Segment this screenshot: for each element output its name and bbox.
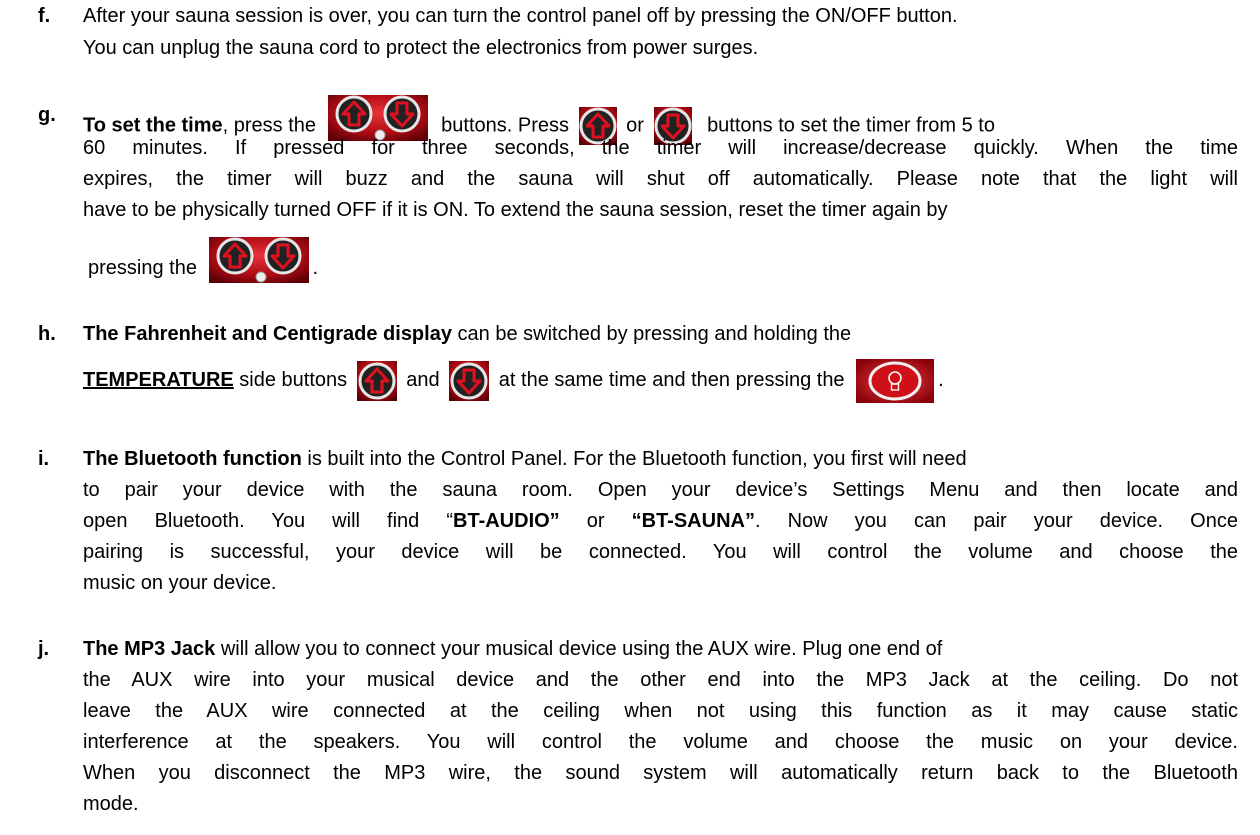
text-span: .	[938, 369, 944, 391]
text-line: You can unplug the sauna cord to protect…	[83, 37, 759, 59]
text-span: . Now you can pair your device. Once	[754, 510, 1238, 532]
text-line: open Bluetooth. You will find “BT-AUDIO”…	[83, 510, 1238, 533]
text-line: 60 minutes. If pressed for three seconds…	[83, 137, 1238, 159]
text-line: expires, the timer will buzz and the sau…	[83, 168, 1238, 190]
bt-sauna-label: “BT-SAUNA”	[631, 510, 755, 532]
text-line: music on your device.	[83, 572, 277, 594]
text-line: To set the time, press the buttons. Pres…	[83, 95, 995, 145]
item-letter: h.	[38, 323, 56, 345]
item-title: The MP3 Jack	[83, 638, 216, 660]
item-title: To set the time	[83, 114, 223, 137]
text-line: mode.	[83, 793, 139, 815]
item-letter: j.	[38, 638, 50, 660]
text-span: can be switched by pressing and holding …	[451, 323, 852, 345]
text-line: interference at the speakers. You will c…	[83, 731, 1238, 753]
text-line: the AUX wire into your musical device an…	[83, 669, 1238, 691]
item-g: g. To set the time, press the buttons. P…	[38, 95, 1238, 283]
text-line: pressing the .	[88, 237, 318, 283]
text-span: buttons. Press	[441, 114, 570, 137]
text-span: is built into the Control Panel. For the…	[301, 448, 967, 470]
text-line: The Fahrenheit and Centigrade display ca…	[83, 323, 851, 346]
light-button-icon	[856, 358, 935, 403]
text-span: side buttons	[233, 369, 348, 391]
item-title: The Bluetooth function	[83, 448, 302, 470]
text-span: .	[312, 256, 319, 279]
item-j: j. The MP3 Jack will allow you to connec…	[38, 638, 1238, 828]
text-span: or	[559, 510, 632, 532]
text-line: have to be physically turned OFF if it i…	[83, 199, 948, 221]
text-line: TEMPERATURE side buttons and at the same…	[83, 357, 944, 403]
text-line: to pair your device with the sauna room.…	[83, 479, 1238, 501]
text-span: open Bluetooth. You will find “	[83, 510, 454, 532]
text-span: buttons to set the timer from 5 to	[707, 114, 995, 137]
arrow-down-button-icon	[449, 360, 490, 401]
temperature-label: TEMPERATURE	[83, 369, 234, 391]
item-letter: i.	[38, 448, 50, 470]
item-h: h. The Fahrenheit and Centigrade display…	[38, 323, 1238, 418]
text-span: or	[626, 114, 644, 137]
item-letter: g.	[38, 104, 56, 126]
item-title: The Fahrenheit and Centigrade display	[83, 323, 452, 345]
text-span: , press the	[222, 114, 317, 137]
text-line: The Bluetooth function is built into the…	[83, 448, 967, 471]
text-line: After your sauna session is over, you ca…	[83, 5, 958, 27]
text-span: at the same time and then pressing the	[498, 369, 845, 391]
text-line: The MP3 Jack will allow you to connect y…	[83, 638, 942, 661]
text-span: and	[406, 369, 440, 391]
item-letter: f.	[38, 5, 51, 27]
text-span: will allow you to connect your musical d…	[215, 638, 943, 660]
timer-buttons-icon	[208, 237, 309, 300]
item-f: f. After your sauna session is over, you…	[38, 5, 1238, 65]
text-span: pressing the	[88, 256, 197, 279]
text-line: leave the AUX wire connected at the ceil…	[83, 700, 1238, 722]
arrow-up-button-icon	[356, 360, 397, 401]
bt-audio-label: BT-AUDIO”	[453, 510, 560, 532]
item-i: i. The Bluetooth function is built into …	[38, 448, 1238, 608]
text-line: When you disconnect the MP3 wire, the so…	[83, 762, 1238, 784]
text-line: pairing is successful, your device will …	[83, 541, 1238, 563]
